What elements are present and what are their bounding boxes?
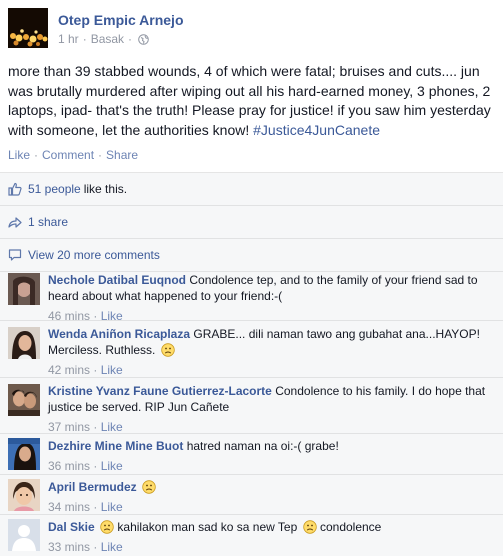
comment-like-button[interactable]: Like bbox=[101, 540, 123, 554]
post-text: more than 39 stabbed wounds, 4 of which … bbox=[8, 62, 496, 140]
comment-body: Dal Skie kahilakon man sad ko sa new Tep bbox=[48, 519, 488, 555]
frown-emoticon-icon bbox=[142, 480, 156, 494]
comment-meta: 36 mins · Like bbox=[48, 459, 123, 473]
comment-meta: 33 mins · Like bbox=[48, 540, 123, 554]
comment-timestamp[interactable]: 37 mins bbox=[48, 420, 90, 434]
comment-like-button[interactable]: Like bbox=[101, 420, 123, 434]
share-button[interactable]: Share bbox=[106, 148, 138, 162]
comment-item: Dal Skie kahilakon man sad ko sa new Tep bbox=[0, 515, 503, 556]
feedback-section: 51 people like this. 1 share View 20 mor… bbox=[0, 172, 503, 556]
post-author-name[interactable]: Otep Empic Arnejo bbox=[58, 12, 184, 28]
commenter-avatar[interactable] bbox=[8, 438, 40, 470]
view-more-comments-link[interactable]: View 20 more comments bbox=[28, 248, 160, 262]
shares-count-link[interactable]: 1 share bbox=[28, 215, 68, 229]
post-header: Otep Empic Arnejo 1 hr · Basak · bbox=[8, 8, 488, 48]
likes-row: 51 people like this. bbox=[0, 173, 503, 206]
comment-item: Kristine Yvanz Faune Gutierrez-Lacorte C… bbox=[0, 378, 503, 434]
comment-body: Wenda Aniñon Ricaplaza GRABE... dili nam… bbox=[48, 326, 488, 378]
comment-like-button[interactable]: Like bbox=[101, 459, 123, 473]
comment-item: Dezhire Mine Mine Buot hatred naman na o… bbox=[0, 434, 503, 475]
shares-row: 1 share bbox=[0, 206, 503, 239]
frown-emoticon-icon bbox=[161, 343, 175, 357]
like-button[interactable]: Like bbox=[8, 148, 30, 162]
comment-text-continued: condolence bbox=[319, 520, 382, 534]
commenter-name[interactable]: Dal Skie bbox=[48, 520, 95, 534]
author-profile-picture[interactable] bbox=[8, 8, 48, 48]
action-separator: · bbox=[98, 148, 103, 162]
commenter-name[interactable]: Wenda Aniñon Ricaplaza bbox=[48, 327, 190, 341]
action-separator: · bbox=[34, 148, 39, 162]
comment-item: April Bermudez 34 mins · Like bbox=[0, 475, 503, 515]
comment-meta: 37 mins · Like bbox=[48, 420, 123, 434]
post-location[interactable]: Basak bbox=[91, 32, 124, 46]
commenter-avatar[interactable] bbox=[8, 479, 40, 511]
commenter-name[interactable]: April Bermudez bbox=[48, 480, 137, 494]
commenter-avatar[interactable] bbox=[8, 384, 40, 416]
commenter-avatar[interactable] bbox=[8, 273, 40, 305]
comment-timestamp[interactable]: 33 mins bbox=[48, 540, 90, 554]
likes-count-link[interactable]: 51 people bbox=[28, 182, 81, 196]
commenter-name[interactable]: Dezhire Mine Mine Buot bbox=[48, 439, 183, 453]
commenter-name[interactable]: Nechole Datibal Euqnod bbox=[48, 273, 186, 287]
frown-emoticon-icon bbox=[100, 520, 114, 534]
likes-suffix: like this. bbox=[83, 182, 128, 196]
share-arrow-icon bbox=[8, 215, 22, 229]
commenter-avatar-placeholder[interactable] bbox=[8, 519, 40, 551]
post-timestamp[interactable]: 1 hr bbox=[58, 32, 79, 46]
comment-text: hatred naman na oi:-( grabe! bbox=[186, 439, 339, 453]
post-meta: 1 hr · Basak · bbox=[58, 32, 149, 46]
post-hashtag[interactable]: #Justice4JunCanete bbox=[253, 122, 380, 138]
comment-timestamp[interactable]: 34 mins bbox=[48, 500, 90, 514]
comment-like-button[interactable]: Like bbox=[101, 363, 123, 377]
frown-emoticon-icon bbox=[302, 520, 317, 534]
comment-meta: 42 mins · Like bbox=[48, 363, 123, 377]
comment-bubble-icon bbox=[8, 248, 22, 262]
comment-button[interactable]: Comment bbox=[42, 148, 94, 162]
globe-icon[interactable] bbox=[138, 33, 149, 45]
comment-like-button[interactable]: Like bbox=[101, 500, 123, 514]
commenter-name[interactable]: Kristine Yvanz Faune Gutierrez-Lacorte bbox=[48, 384, 272, 398]
comment-body: April Bermudez 34 mins · Like bbox=[48, 479, 488, 515]
meta-separator: · bbox=[82, 32, 87, 46]
comment-body: Kristine Yvanz Faune Gutierrez-Lacorte C… bbox=[48, 383, 488, 435]
thumbs-up-icon bbox=[8, 182, 22, 196]
comment-timestamp[interactable]: 36 mins bbox=[48, 459, 90, 473]
meta-separator: · bbox=[128, 32, 133, 46]
comment-meta: 34 mins · Like bbox=[48, 500, 123, 514]
comment-item: Wenda Aniñon Ricaplaza GRABE... dili nam… bbox=[0, 321, 503, 378]
post-text-main: more than 39 stabbed wounds, 4 of which … bbox=[8, 63, 491, 138]
facebook-post: Otep Empic Arnejo 1 hr · Basak · more th… bbox=[0, 0, 503, 556]
post-actions: Like · Comment · Share bbox=[8, 148, 138, 162]
comment-body: Nechole Datibal Euqnod Condolence tep, a… bbox=[48, 272, 488, 324]
comment-item: Nechole Datibal Euqnod Condolence tep, a… bbox=[0, 267, 503, 324]
comment-body: Dezhire Mine Mine Buot hatred naman na o… bbox=[48, 438, 488, 474]
comment-timestamp[interactable]: 42 mins bbox=[48, 363, 90, 377]
comment-text: kahilakon man sad ko sa new Tep bbox=[117, 520, 298, 534]
commenter-avatar[interactable] bbox=[8, 327, 40, 359]
